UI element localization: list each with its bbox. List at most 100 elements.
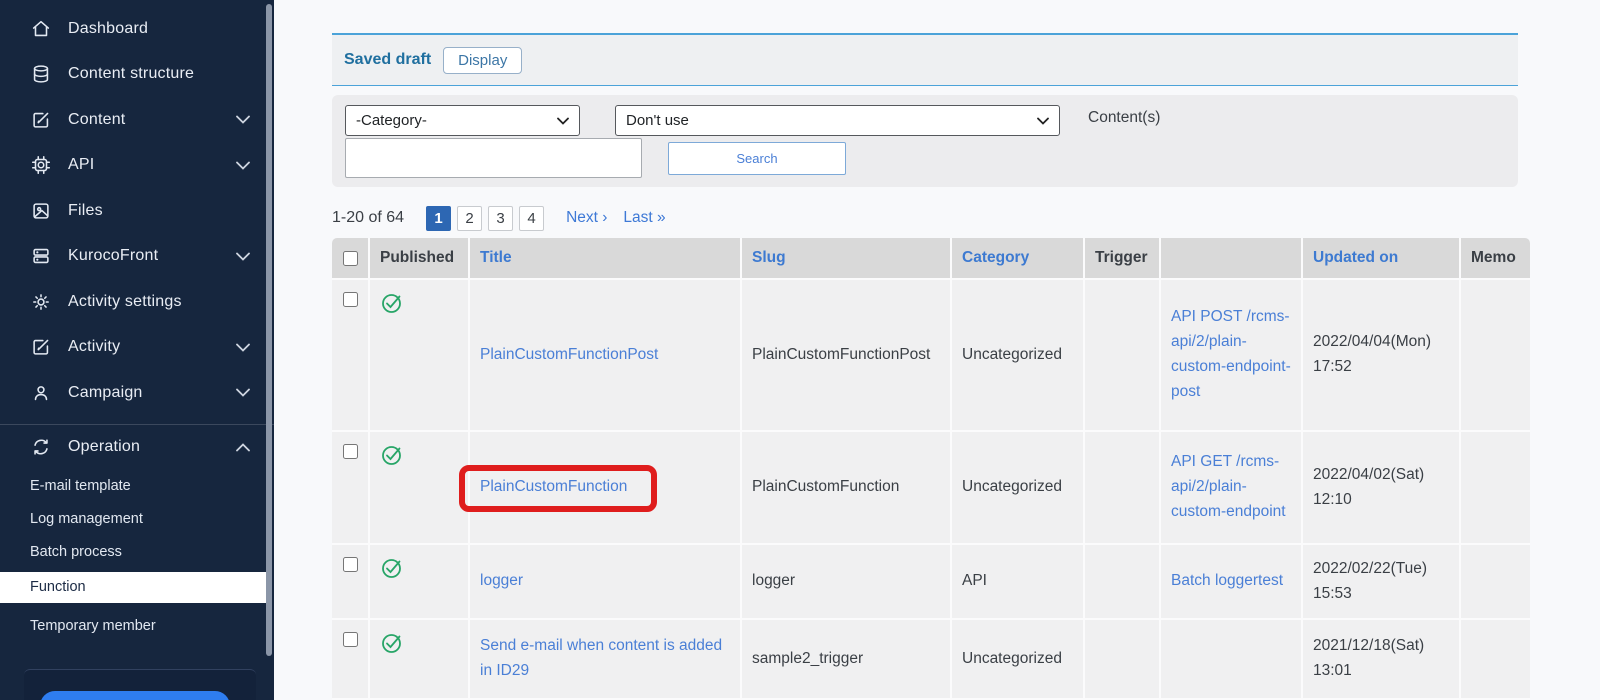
person-icon xyxy=(30,382,52,404)
cell-updated: 2022/02/22(Tue) 15:53 xyxy=(1303,545,1461,620)
search-button[interactable]: Search xyxy=(668,142,846,175)
sidebar-subitem-function[interactable]: Function xyxy=(0,571,270,603)
chip-icon xyxy=(30,154,52,176)
sidebar-item-activity-settings[interactable]: Activity settings xyxy=(0,279,274,325)
title-link-highlighted[interactable]: PlainCustomFunction xyxy=(480,475,627,500)
table-row: PlainCustomFunctionPost PlainCustomFunct… xyxy=(332,280,1530,432)
sidebar-subitem-batch-process[interactable]: Batch process xyxy=(0,536,274,569)
header-cell-endpoint xyxy=(1161,238,1303,280)
edit-icon xyxy=(30,336,52,358)
cell-checkbox xyxy=(332,280,370,432)
use-select-value: Don't use xyxy=(626,112,689,129)
sidebar-subitem-label: E-mail template xyxy=(30,478,131,494)
page-button-3[interactable]: 3 xyxy=(488,205,514,231)
published-check-icon xyxy=(382,559,401,578)
row-checkbox[interactable] xyxy=(342,444,358,459)
chevron-down-icon xyxy=(236,388,250,398)
display-button[interactable]: Display xyxy=(443,46,523,74)
cell-category: Uncategorized xyxy=(952,620,1085,700)
database-icon xyxy=(30,63,52,85)
title-link[interactable]: PlainCustomFunctionPost xyxy=(480,343,658,368)
header-cell-trigger: Trigger xyxy=(1085,238,1161,280)
cell-checkbox xyxy=(332,432,370,545)
tab-bar: Saved draft Display xyxy=(332,33,1518,86)
sidebar: Dashboard Content structure Content API … xyxy=(0,0,274,700)
use-select[interactable]: Don't use xyxy=(615,105,1060,136)
sidebar-item-kurocofront[interactable]: KurocoFront xyxy=(0,234,274,280)
row-checkbox[interactable] xyxy=(342,292,358,307)
header-cell-updated-on[interactable]: Updated on xyxy=(1303,238,1461,280)
title-link[interactable]: Send e-mail when content is added in ID2… xyxy=(480,634,730,684)
table-row: logger logger API Batch loggertest 2022/… xyxy=(332,545,1530,620)
cell-memo xyxy=(1461,432,1530,545)
page-button-4[interactable]: 4 xyxy=(519,205,545,231)
category-select-value: -Category- xyxy=(356,112,427,129)
sidebar-item-campaign[interactable]: Campaign xyxy=(0,370,274,416)
keyword-input[interactable] xyxy=(345,138,642,178)
cell-published xyxy=(370,432,470,545)
last-page-link[interactable]: Last » xyxy=(623,209,665,227)
row-checkbox[interactable] xyxy=(342,557,358,572)
app-window: Dashboard Content structure Content API … xyxy=(0,0,1600,700)
sidebar-item-activity[interactable]: Activity xyxy=(0,325,274,371)
endpoint-link[interactable]: API POST /rcms-api/2/plain-custom-endpoi… xyxy=(1171,305,1291,404)
sidebar-item-content-structure[interactable]: Content structure xyxy=(0,52,274,98)
sidebar-bottom-button[interactable] xyxy=(40,691,230,700)
sidebar-item-api[interactable]: API xyxy=(0,143,274,189)
sidebar-subitem-temporary-member[interactable]: Temporary member xyxy=(0,607,274,645)
cell-slug: sample2_trigger xyxy=(742,620,952,700)
cell-endpoint xyxy=(1161,620,1303,700)
sidebar-item-label: Activity xyxy=(68,338,121,356)
sidebar-item-label: Content structure xyxy=(68,65,195,83)
sidebar-item-files[interactable]: Files xyxy=(0,188,274,234)
cell-memo xyxy=(1461,280,1530,432)
server-icon xyxy=(30,245,52,267)
filter-panel: -Category- Don't use Content(s) Search xyxy=(332,95,1518,187)
header-cell-slug[interactable]: Slug xyxy=(742,238,952,280)
chevron-down-icon xyxy=(236,343,250,352)
cell-memo xyxy=(1461,620,1530,700)
sidebar-nav: Dashboard Content structure Content API … xyxy=(0,0,274,645)
sidebar-item-label: KurocoFront xyxy=(68,247,159,265)
sidebar-item-dashboard[interactable]: Dashboard xyxy=(0,6,274,52)
header-cell-title[interactable]: Title xyxy=(470,238,742,280)
table-header-row: Published Title Slug Category Trigger Up… xyxy=(332,238,1530,280)
sidebar-item-operation[interactable]: Operation xyxy=(0,425,274,470)
sidebar-subitem-log-management[interactable]: Log management xyxy=(0,503,274,536)
header-cell-memo: Memo xyxy=(1461,238,1530,280)
cell-trigger xyxy=(1085,280,1161,432)
page-button-2[interactable]: 2 xyxy=(457,205,483,231)
tab-saved-draft[interactable]: Saved draft xyxy=(344,51,431,69)
cell-memo xyxy=(1461,545,1530,620)
sidebar-item-label: Operation xyxy=(68,438,141,455)
sidebar-item-label: Content xyxy=(68,110,126,128)
cell-title: Send e-mail when content is added in ID2… xyxy=(470,620,742,700)
cell-title: PlainCustomFunctionPost xyxy=(470,280,742,432)
header-cell-category[interactable]: Category xyxy=(952,238,1085,280)
cell-updated: 2021/12/18(Sat) 13:01 xyxy=(1303,620,1461,700)
pagination-range: 1-20 of 64 xyxy=(332,209,405,226)
sidebar-item-label: Activity settings xyxy=(68,292,182,310)
cell-endpoint: API GET /rcms-api/2/plain-custom-endpoin… xyxy=(1161,432,1303,545)
page-button-1[interactable]: 1 xyxy=(426,205,452,231)
endpoint-link[interactable]: Batch loggertest xyxy=(1171,569,1283,594)
cell-title: logger xyxy=(470,545,742,620)
sidebar-scrollbar[interactable] xyxy=(266,4,272,656)
row-checkbox[interactable] xyxy=(342,632,358,647)
sidebar-item-label: API xyxy=(68,156,95,174)
chevron-down-icon xyxy=(1037,117,1049,125)
title-link[interactable]: logger xyxy=(480,569,523,594)
sidebar-subitem-label: Function xyxy=(30,579,86,595)
next-page-link[interactable]: Next › xyxy=(566,209,607,227)
sidebar-subitem-email-template[interactable]: E-mail template xyxy=(0,470,274,503)
gear-icon xyxy=(30,291,52,313)
select-all-checkbox[interactable] xyxy=(342,250,358,266)
header-cell-published: Published xyxy=(370,238,470,280)
chevron-down-icon xyxy=(236,115,250,125)
endpoint-link[interactable]: API GET /rcms-api/2/plain-custom-endpoin… xyxy=(1171,450,1291,524)
published-check-icon xyxy=(382,634,401,653)
cell-updated: 2022/04/02(Sat) 12:10 xyxy=(1303,432,1461,545)
table-row: PlainCustomFunction PlainCustomFunction … xyxy=(332,432,1530,545)
category-select[interactable]: -Category- xyxy=(345,105,580,136)
sidebar-item-content[interactable]: Content xyxy=(0,97,274,143)
